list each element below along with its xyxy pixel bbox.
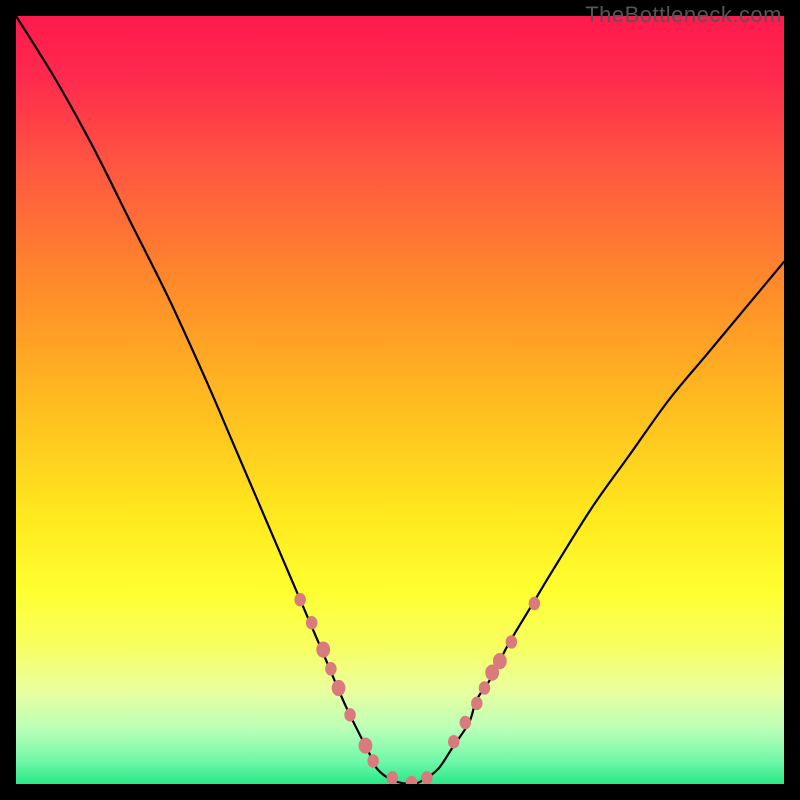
chart-frame [16, 16, 784, 784]
watermark-text: TheBottleneck.com [585, 0, 782, 30]
chart-background [16, 16, 784, 784]
